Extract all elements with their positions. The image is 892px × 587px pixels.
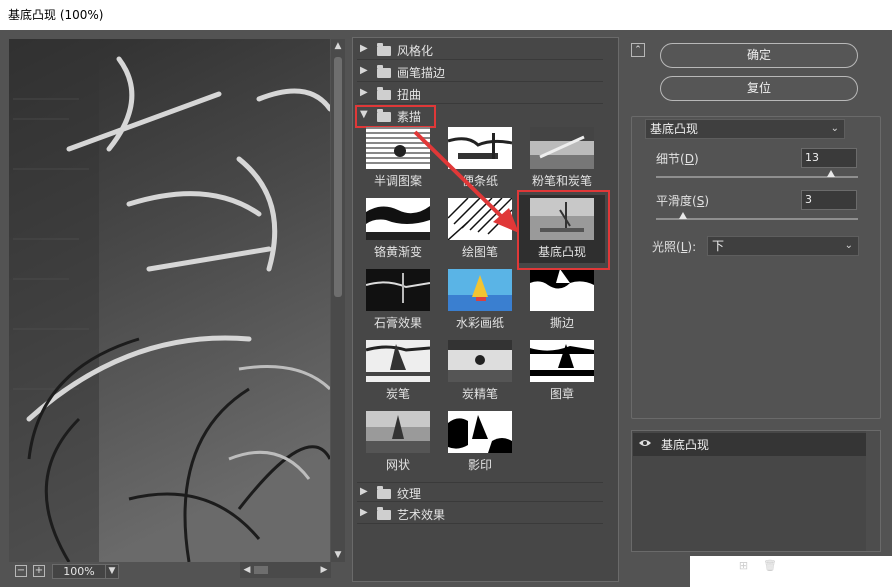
expand-arrow-icon: ▶ (360, 507, 368, 518)
scroll-thumb[interactable] (254, 566, 268, 574)
detail-slider-thumb[interactable] (827, 170, 836, 177)
smoothness-slider-thumb[interactable] (678, 212, 687, 219)
detail-label: 细节(D) (656, 152, 699, 166)
category-texture[interactable]: ▶ 纹理 (357, 482, 603, 502)
filter-dropdown[interactable]: 基底凸现 ⌄ (645, 119, 845, 139)
scroll-down-icon[interactable]: ▼ (331, 548, 345, 562)
detail-input[interactable]: 13 (801, 148, 857, 168)
layers-scrollbar[interactable] (866, 431, 880, 551)
window-title: 基底凸现 (100%) (0, 0, 892, 30)
ok-button[interactable]: 确定 (660, 43, 858, 68)
folder-icon (377, 507, 391, 520)
category-artistic[interactable]: ▶ 艺术效果 (357, 504, 603, 524)
zoom-out-button[interactable]: − (15, 565, 27, 577)
effect-layer-row[interactable]: 基底凸现 (633, 433, 866, 456)
preview-image (9, 39, 330, 562)
new-effect-layer-icon[interactable]: ⊞ (737, 560, 750, 573)
effect-layer-name: 基底凸现 (661, 438, 710, 452)
chevron-down-icon[interactable]: ▼ (105, 564, 119, 579)
effect-layers-panel: 基底凸现 (631, 430, 881, 552)
scroll-right-icon[interactable]: ▶ (317, 562, 331, 578)
category-label: 纹理 (397, 487, 422, 501)
eye-icon[interactable] (639, 437, 651, 449)
bottom-right-blank (690, 556, 892, 587)
delete-effect-layer-icon[interactable]: 🗑 (763, 560, 777, 573)
chevron-down-icon: ⌄ (830, 123, 839, 134)
scroll-thumb[interactable] (334, 57, 342, 297)
reset-button[interactable]: 复位 (660, 76, 858, 101)
detail-slider[interactable] (656, 170, 858, 178)
scroll-left-icon[interactable]: ◀ (240, 562, 254, 578)
smoothness-input[interactable]: 3 (801, 190, 857, 210)
zoom-in-button[interactable]: + (33, 565, 45, 577)
collapse-gallery-icon[interactable]: ⌃ (631, 43, 645, 57)
light-dropdown[interactable]: 下 ⌄ (707, 236, 859, 256)
chevron-down-icon: ⌄ (844, 240, 853, 251)
preview-horizontal-scrollbar[interactable]: ◀ ▶ (240, 562, 331, 578)
filter-gallery: ▶ 风格化 ▶ 画笔描边 ▶ 扭曲 ▼ 素描 半调图案 便条纸 粉笔和炭笔 铬黄… (352, 37, 619, 582)
filter-dropdown-value: 基底凸现 (650, 122, 699, 136)
category-label: 艺术效果 (397, 508, 446, 522)
scroll-up-icon[interactable]: ▲ (331, 39, 345, 53)
smoothness-slider[interactable] (656, 212, 858, 220)
light-label: 光照(L): (652, 240, 697, 254)
smoothness-label: 平滑度(S) (656, 194, 710, 208)
expand-arrow-icon: ▶ (360, 486, 368, 497)
preview-vertical-scrollbar[interactable]: ▲ ▼ (331, 39, 345, 562)
light-dropdown-value: 下 (712, 239, 725, 253)
zoom-level-field[interactable]: 100% (52, 564, 106, 579)
folder-icon (377, 486, 391, 499)
preview-canvas[interactable] (9, 39, 330, 562)
